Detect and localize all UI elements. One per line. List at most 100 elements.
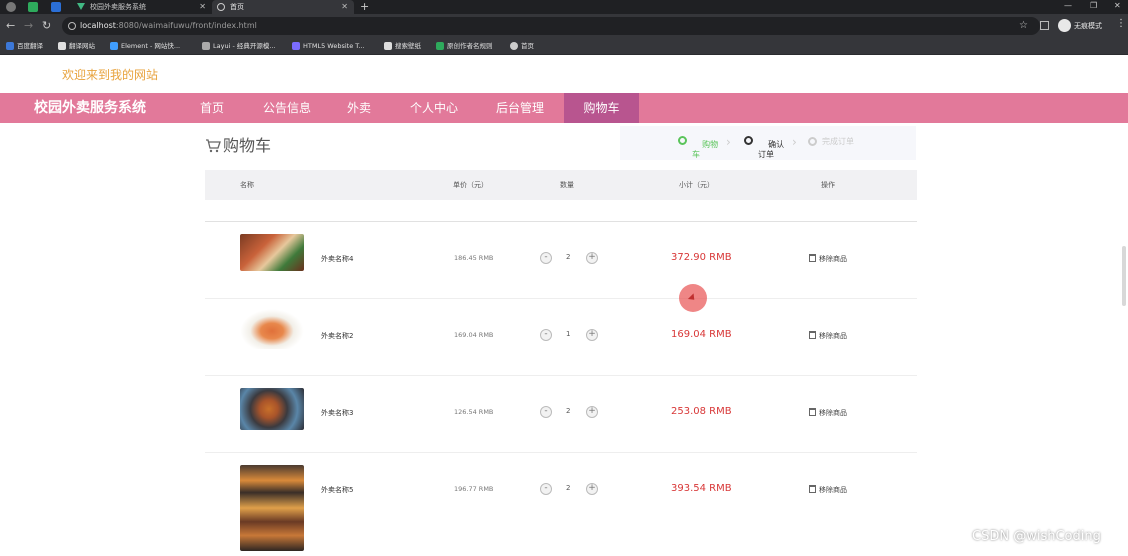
step-complete: 完成订单 (808, 137, 854, 147)
col-quantity: 数量 (560, 181, 574, 189)
bookmarks-bar: 百度翻译 翻译网站 Element - 网站快... Layui - 经典开源模… (0, 38, 1128, 55)
cart-icon (206, 139, 221, 153)
decrease-qty-button[interactable]: - (540, 406, 552, 418)
bookmark-star-icon[interactable]: ☆ (1019, 17, 1028, 35)
increase-qty-button[interactable]: + (586, 329, 598, 341)
bookmark-icon (110, 42, 118, 50)
bookmark-icon (6, 42, 14, 50)
item-subtotal: 253.08 RMB (671, 406, 732, 417)
close-icon[interactable]: ✕ (199, 0, 206, 14)
item-qty: 2 (566, 407, 571, 415)
item-qty: 2 (566, 253, 571, 261)
app-icon[interactable] (6, 2, 16, 12)
url-field[interactable]: localhost:8080/waimaifuwu/front/index.ht… (62, 17, 1040, 35)
bookmark-item[interactable]: Element - 网站快... (110, 38, 180, 54)
check-icon (678, 136, 687, 145)
extensions-icon[interactable] (1040, 21, 1049, 30)
increase-qty-button[interactable]: + (586, 406, 598, 418)
increase-qty-button[interactable]: + (586, 252, 598, 264)
item-name: 外卖名称2 (321, 332, 354, 340)
bookmark-icon (510, 42, 518, 50)
forward-icon[interactable]: → (24, 19, 33, 33)
remove-item-button[interactable]: 移除商品 (809, 408, 847, 418)
decrease-qty-button[interactable]: - (540, 252, 552, 264)
tab-label: 校园外卖服务系统 (90, 3, 146, 11)
bookmark-item[interactable]: 首页 (510, 38, 534, 54)
item-subtotal: 169.04 RMB (671, 329, 732, 340)
reload-icon[interactable]: ↻ (42, 19, 51, 33)
app-icon[interactable] (51, 2, 61, 12)
item-price: 126.54 RMB (454, 408, 494, 416)
site-brand: 校园外卖服务系统 (34, 100, 146, 116)
chevron-right-icon: › (792, 135, 797, 149)
nav-notices[interactable]: 公告信息 (252, 93, 322, 123)
item-qty: 1 (566, 330, 571, 338)
nav-cart[interactable]: 购物车 (564, 93, 639, 123)
back-icon[interactable]: ← (6, 19, 15, 33)
cart-row: 外卖名称2 169.04 RMB - 1 + 169.04 RMB 移除商品 (205, 299, 917, 375)
remove-item-button[interactable]: 移除商品 (809, 254, 847, 264)
nav-personal-center[interactable]: 个人中心 (396, 93, 472, 123)
bookmark-item[interactable]: 原创作者名规则 (436, 38, 493, 54)
new-tab-icon[interactable]: + (360, 0, 369, 13)
nav-home[interactable]: 首页 (186, 93, 238, 123)
vue-icon (77, 3, 85, 10)
bookmark-icon (436, 42, 444, 50)
incognito-badge[interactable]: 无痕模式 (1058, 19, 1102, 33)
close-icon[interactable]: ✕ (341, 0, 348, 14)
item-price: 196.77 RMB (454, 485, 494, 493)
url-text: localhost:8080/waimaifuwu/front/index.ht… (80, 21, 257, 30)
col-action: 操作 (821, 181, 835, 189)
nav-takeout[interactable]: 外卖 (334, 93, 384, 123)
restore-icon[interactable]: ❐ (1090, 0, 1097, 12)
circle-icon (744, 136, 753, 145)
item-name: 外卖名称3 (321, 409, 354, 417)
bookmark-item[interactable]: 百度翻译 (6, 38, 43, 54)
tab-label: 首页 (230, 3, 244, 11)
info-icon[interactable] (68, 22, 76, 30)
trash-icon (809, 408, 816, 416)
bookmark-item[interactable]: 翻译网站 (58, 38, 95, 54)
remove-item-button[interactable]: 移除商品 (809, 331, 847, 341)
welcome-text: 欢迎来到我的网站 (62, 68, 159, 82)
step-confirm: 确认 订单 (744, 130, 784, 170)
bookmark-icon (292, 42, 300, 50)
bookmark-icon (202, 42, 210, 50)
bookmark-item[interactable]: Layui - 经典开源模... (202, 38, 276, 54)
trash-icon (809, 331, 816, 339)
nav-admin[interactable]: 后台管理 (484, 93, 556, 123)
close-window-icon[interactable]: ✕ (1114, 0, 1121, 12)
browser-tab-strip: 校园外卖服务系统 ✕ 首页 ✕ + — ❐ ✕ (0, 0, 1128, 14)
item-qty: 2 (566, 484, 571, 492)
app-icon[interactable] (28, 2, 38, 12)
food-image (240, 234, 304, 271)
menu-dots-icon[interactable]: ⋮ (1116, 18, 1126, 29)
address-bar: ← → ↻ localhost:8080/waimaifuwu/front/in… (0, 14, 1128, 38)
chevron-right-icon: › (726, 135, 731, 149)
food-image (240, 465, 304, 551)
tab-home[interactable]: 首页 ✕ (212, 0, 354, 14)
trash-icon (809, 254, 816, 262)
item-price: 186.45 RMB (454, 254, 494, 262)
minimize-icon[interactable]: — (1064, 0, 1072, 12)
food-image (240, 309, 304, 349)
item-subtotal: 393.54 RMB (671, 483, 732, 494)
item-subtotal: 372.90 RMB (671, 252, 732, 263)
bookmark-item[interactable]: HTML5 Website T... (292, 38, 365, 54)
cart-row: 外卖名称5 196.77 RMB - 2 + 393.54 RMB 移除商品 (205, 453, 917, 551)
circle-icon (808, 137, 817, 146)
decrease-qty-button[interactable]: - (540, 483, 552, 495)
trash-icon (809, 485, 816, 493)
site-nav: 校园外卖服务系统 首页 公告信息 外卖 个人中心 后台管理 购物车 (0, 93, 1128, 123)
col-subtotal: 小计（元） (679, 181, 714, 189)
incognito-icon (1058, 19, 1071, 32)
decrease-qty-button[interactable]: - (540, 329, 552, 341)
remove-item-button[interactable]: 移除商品 (809, 485, 847, 495)
col-name: 名称 (240, 181, 254, 189)
cart-row: 外卖名称4 186.45 RMB - 2 + 372.90 RMB 移除商品 (205, 222, 917, 298)
col-unit-price: 单价（元） (453, 181, 488, 189)
bookmark-item[interactable]: 搜索壁纸 (384, 38, 421, 54)
page-scrollbar[interactable] (1122, 246, 1126, 306)
increase-qty-button[interactable]: + (586, 483, 598, 495)
tab-campus-takeout[interactable]: 校园外卖服务系统 ✕ (72, 0, 212, 14)
